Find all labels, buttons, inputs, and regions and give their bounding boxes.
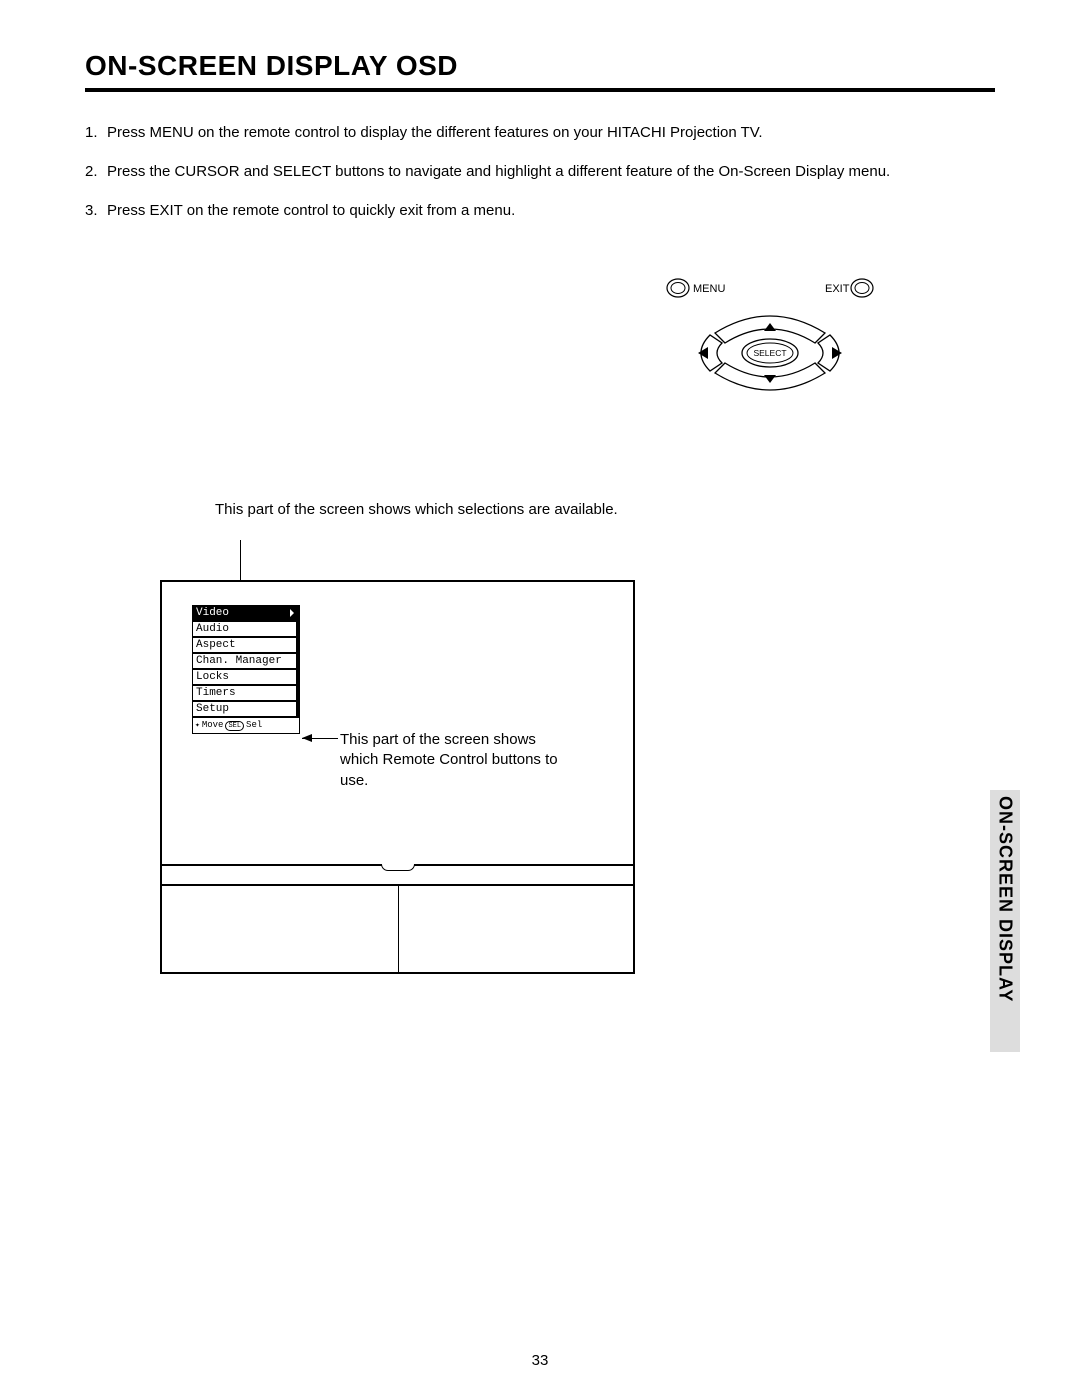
menu-button-icon <box>667 279 689 297</box>
osd-item-audio: Audio <box>192 621 300 637</box>
page-number: 33 <box>0 1352 1080 1369</box>
move-icon: ✦ <box>195 722 200 730</box>
osd-hint-sel: Sel <box>246 719 262 732</box>
osd-hint-move: Move <box>202 719 224 732</box>
osd-item-setup: Setup <box>192 701 300 717</box>
step-text: Press EXIT on the remote control to quic… <box>107 200 515 221</box>
osd-item-video: Video <box>192 605 300 621</box>
page-title: ON-SCREEN DISPLAY OSD <box>85 50 995 82</box>
remote-dpad-diagram: MENU EXIT SELECT <box>660 268 880 408</box>
side-tab-label: ON-SCREEN DISPLAY <box>995 796 1016 1002</box>
tv-base-divider <box>398 886 399 972</box>
osd-menu: Video Audio Aspect Chan. Manager Locks T… <box>192 605 300 734</box>
title-rule <box>85 88 995 92</box>
exit-button-icon <box>851 279 873 297</box>
osd-item-locks: Locks <box>192 669 300 685</box>
osd-hint-row: ✦ Move SEL Sel <box>192 717 300 734</box>
step-3: 3. Press EXIT on the remote control to q… <box>85 200 995 221</box>
step-num: 2. <box>85 161 107 182</box>
step-num: 3. <box>85 200 107 221</box>
osd-item-timers: Timers <box>192 685 300 701</box>
osd-item-chan-manager: Chan. Manager <box>192 653 300 669</box>
step-text: Press the CURSOR and SELECT buttons to n… <box>107 161 890 182</box>
callout-arrow-right <box>302 734 312 742</box>
tv-base-upper <box>160 866 635 886</box>
callout-selections: This part of the screen shows which sele… <box>215 500 665 520</box>
osd-item-aspect: Aspect <box>192 637 300 653</box>
menu-label: MENU <box>693 283 725 295</box>
step-text: Press MENU on the remote control to disp… <box>107 122 763 143</box>
step-1: 1. Press MENU on the remote control to d… <box>85 122 995 143</box>
callout-remote-buttons: This part of the screen shows which Remo… <box>340 730 560 791</box>
step-num: 1. <box>85 122 107 143</box>
side-tab: ON-SCREEN DISPLAY <box>990 790 1020 1052</box>
tv-screen: Video Audio Aspect Chan. Manager Locks T… <box>160 580 635 866</box>
tv-base-lower <box>160 886 635 974</box>
select-label: SELECT <box>753 348 786 358</box>
exit-label: EXIT <box>825 283 850 295</box>
osd-sel-badge: SEL <box>225 721 244 731</box>
step-2: 2. Press the CURSOR and SELECT buttons t… <box>85 161 995 182</box>
instruction-list: 1. Press MENU on the remote control to d… <box>85 122 995 221</box>
